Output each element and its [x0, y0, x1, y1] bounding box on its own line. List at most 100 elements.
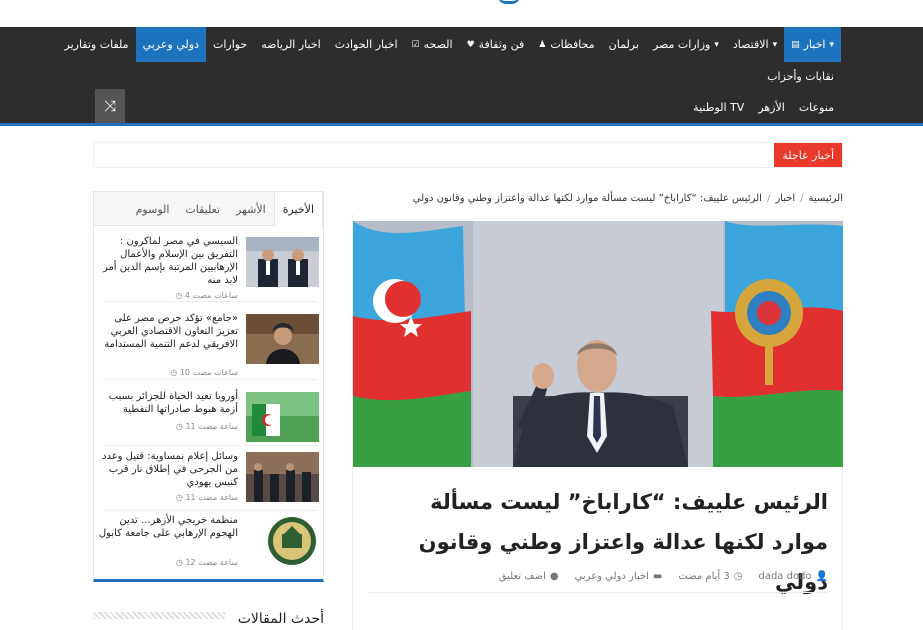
- clock-icon: ◷: [175, 558, 183, 567]
- nav-item-label: وزارات مصر: [652, 38, 711, 51]
- nav-item[interactable]: ملفات وتقارير: [58, 27, 136, 62]
- nav-item[interactable]: ♟ محافظات: [531, 27, 601, 62]
- nav-item[interactable]: دولي وعربي: [135, 27, 206, 62]
- post-time: ◷ 11 ساعة مضت: [176, 422, 238, 431]
- article-category[interactable]: ▬ اخبار دولي وعربي: [575, 571, 663, 582]
- nav-item-label: محافظات: [550, 38, 595, 51]
- sidebar-widget: الأخيرة الأشهر تعليقات الوسوم السيسي في …: [93, 191, 324, 582]
- caret-down-icon: ▾: [829, 39, 834, 50]
- article-time: ◷ 3 أيام مضت: [678, 571, 742, 582]
- newspaper-icon: ▤: [791, 39, 800, 50]
- sidebar-post[interactable]: «جامع» تؤكد حرص مصر على تعزيز التعاون ال…: [104, 313, 319, 377]
- nav-item[interactable]: حوارات: [206, 27, 254, 62]
- caret-down-icon: ▾: [772, 39, 778, 50]
- nav-item-label: حوارات: [212, 38, 248, 51]
- category-text: اخبار دولي وعربي: [574, 571, 649, 582]
- breadcrumb-separator: /: [800, 193, 804, 204]
- nav-item-label: برلمان: [608, 38, 639, 51]
- shuffle-icon[interactable]: ⤨: [95, 89, 125, 123]
- nav-item-label: الصحه: [423, 38, 453, 51]
- nav-item[interactable]: برلمان: [602, 27, 646, 62]
- post-time-text: 11 ساعة مضت: [185, 493, 238, 502]
- breaking-news-bar: أخبار عاجلة: [93, 142, 843, 168]
- nav-item[interactable]: الوطنية TV: [686, 90, 751, 125]
- tab-popular[interactable]: الأشهر: [228, 192, 274, 226]
- clock-icon: ◷: [175, 493, 183, 502]
- folder-icon: ▬: [652, 571, 663, 582]
- clock-icon: ◷: [170, 368, 178, 377]
- post-divider: [102, 301, 317, 302]
- breaking-news-label: أخبار عاجلة: [774, 143, 842, 167]
- comment-icon: ●: [549, 571, 559, 582]
- nav-item-label: ملفات وتقارير: [64, 38, 129, 51]
- breadcrumb-home[interactable]: الرئيسية: [809, 193, 843, 204]
- post-thumbnail[interactable]: [246, 314, 319, 364]
- author-name: dada dodo: [758, 571, 812, 582]
- comment-text: اضف تعليق: [498, 571, 546, 582]
- post-title[interactable]: السيسي في مصر لماكرون : التفريق بين الإس…: [96, 235, 238, 287]
- sidebar-post[interactable]: السيسي في مصر لماكرون : التفريق بين الإس…: [103, 236, 319, 300]
- post-time-text: 11 ساعة مضت: [185, 422, 238, 431]
- article-comment-link[interactable]: ● اضف تعليق: [499, 571, 559, 582]
- nav-item[interactable]: ☑ الصحه: [405, 27, 460, 62]
- nav-item[interactable]: الأزهر: [751, 90, 792, 125]
- site-header: [0, 0, 923, 27]
- post-time: ◷ 12 ساعة مضت: [176, 558, 238, 567]
- nav-item-label: دولي وعربي: [142, 38, 199, 51]
- nav-item[interactable]: اخبار الرياضه: [254, 27, 327, 62]
- nav-row-3: منوعات الأزهر الوطنية TV: [686, 90, 841, 125]
- tab-recent[interactable]: الأخيرة: [273, 192, 323, 227]
- article-hero-image: [353, 221, 843, 467]
- article-title: الرئيس علييف: “كاراباخ” ليست مسألة موارد…: [418, 490, 828, 594]
- breadcrumb-separator: /: [766, 193, 771, 204]
- main-navbar: ▤ اخبار ▾ الاقتصاد ▾ وزارات مصر ▾ برلمان ♟ محافظا…: [0, 27, 923, 125]
- nav-item[interactable]: وزارات مصر ▾: [646, 27, 726, 62]
- post-thumbnail[interactable]: [246, 392, 319, 442]
- nav-item[interactable]: ▤ اخبار ▾: [784, 27, 841, 62]
- post-title[interactable]: منظمة خريجي الأزهر... تدين الهجوم الإرها…: [96, 514, 238, 540]
- post-title[interactable]: وسائل إعلام نمساوية: قتيل وعدد من الجرحى…: [96, 450, 238, 489]
- nav-item[interactable]: الاقتصاد ▾: [726, 27, 784, 62]
- nav-item-label: الأزهر: [758, 101, 785, 114]
- post-time-text: 4 ساعات مضت: [184, 291, 238, 300]
- breadcrumb-section[interactable]: اخبار: [775, 193, 795, 204]
- clock-icon: ◷: [175, 291, 183, 300]
- post-title[interactable]: أوروبا تعيد الحياة للجزائر بسبب أزمة هبو…: [96, 390, 238, 416]
- latest-articles-title: أحدث المقالات: [237, 611, 324, 627]
- nav-item-label: الوطنية TV: [693, 101, 745, 114]
- nav-item[interactable]: منوعات: [792, 90, 841, 125]
- post-time-text: 10 ساعات مضت: [179, 368, 238, 377]
- nav-item[interactable]: ♥ فن وثقافة: [460, 27, 532, 62]
- sidebar-post[interactable]: منظمة خريجي الأزهر... تدين الهجوم الإرها…: [99, 515, 319, 578]
- site-logo[interactable]: [498, 0, 520, 4]
- post-title[interactable]: «جامع» تؤكد حرص مصر على تعزيز التعاون ال…: [96, 312, 238, 351]
- article-author[interactable]: 👤 dada dodo: [758, 571, 828, 582]
- post-thumbnail[interactable]: [246, 237, 319, 287]
- time-text: 3 أيام مضت: [678, 571, 730, 582]
- nav-item[interactable]: نقابات وأحزاب: [760, 62, 841, 90]
- sidebar-tabs: الأخيرة الأشهر تعليقات الوسوم: [94, 192, 323, 227]
- pin-icon: ♟: [538, 39, 547, 50]
- nav-accent-bar: [0, 123, 923, 126]
- tab-comments[interactable]: تعليقات: [177, 192, 228, 226]
- clock-icon: ◷: [175, 422, 183, 431]
- post-thumbnail[interactable]: [246, 516, 319, 566]
- nav-item-label: فن وثقافة: [478, 38, 525, 51]
- nav-item[interactable]: اخبار الحوادث: [328, 27, 405, 62]
- nav-row-1: ▤ اخبار ▾ الاقتصاد ▾ وزارات مصر ▾ برلمان ♟ محافظا…: [58, 27, 841, 62]
- post-time-text: 12 ساعة مضت: [185, 558, 238, 567]
- post-divider: [102, 379, 317, 380]
- nav-item-label: اخبار الحوادث: [334, 38, 398, 51]
- nav-item-label: اخبار الرياضه: [261, 38, 321, 51]
- nav-item-label: منوعات: [798, 101, 834, 114]
- tab-tags[interactable]: الوسوم: [128, 192, 178, 226]
- article-meta: 👤 dada dodo ◷ 3 أيام مضت ▬ اخبار دولي وعربي…: [499, 571, 828, 582]
- nav-item-label: اخبار: [803, 38, 826, 51]
- check-square-icon: ☑: [411, 39, 420, 50]
- post-thumbnail[interactable]: [246, 452, 319, 502]
- breadcrumb: الرئيسية / اخبار / الرئيس علييف: “كارابا…: [413, 193, 843, 204]
- heart-icon: ♥: [466, 39, 475, 50]
- post-time: ◷ 11 ساعة مضت: [176, 493, 238, 502]
- sidebar-post[interactable]: وسائل إعلام نمساوية: قتيل وعدد من الجرحى…: [102, 451, 319, 514]
- nav-row-2: نقابات وأحزاب: [760, 62, 841, 90]
